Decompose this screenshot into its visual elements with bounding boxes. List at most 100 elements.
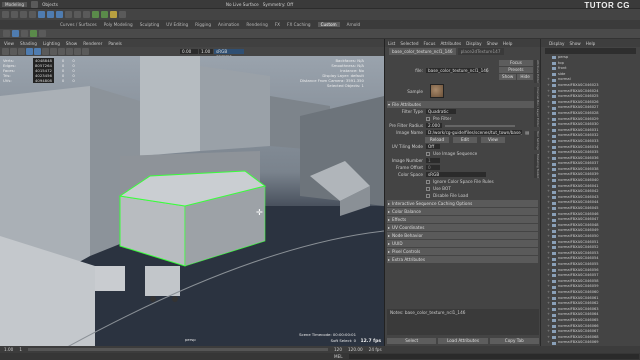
shelf-tool-icon[interactable] <box>12 30 19 37</box>
range-end-field[interactable]: 120.00 <box>348 347 363 352</box>
edit-button[interactable]: Edit <box>453 136 477 143</box>
tab-place2d-node[interactable]: place2dTexture147 <box>457 48 504 55</box>
objects-menu[interactable]: Objects <box>42 2 58 7</box>
tab-file-node[interactable]: base_color_texture_ncl1_146 <box>389 48 456 55</box>
outliner-search-input[interactable] <box>545 48 636 54</box>
shelf-tab-custom[interactable]: Custom <box>317 22 340 27</box>
section-color-balance[interactable]: Color Balance <box>387 208 538 215</box>
mel-label[interactable]: MEL <box>334 354 343 359</box>
3d-viewport[interactable]: Verts: 4048848 0 0 Edges: 8057264 0 0 Faces: 40… <box>0 56 384 346</box>
viewport-menu-lighting[interactable]: Lighting <box>43 41 60 46</box>
image-number-field[interactable]: 1 <box>426 158 440 163</box>
select-button[interactable]: Select <box>387 338 437 344</box>
ae-menu-focus[interactable]: Focus <box>423 41 435 46</box>
outliner-menu-display[interactable]: Display <box>549 41 564 46</box>
outliner-menu-help[interactable]: Help <box>586 41 596 46</box>
section-file-attributes[interactable]: File Attributes <box>387 101 538 108</box>
gamma-field[interactable]: 1.00 <box>199 49 213 54</box>
reload-button[interactable]: Reload <box>425 136 449 143</box>
uv-tiling-dropdown[interactable]: Off <box>426 144 440 149</box>
frame-offset-field[interactable]: 0 <box>426 165 440 170</box>
prefilter-checkbox[interactable] <box>426 116 430 121</box>
shelf-tab[interactable]: Poly Modeling <box>104 22 133 27</box>
shelf-tab[interactable]: FX <box>275 22 280 27</box>
node-name-field[interactable]: base_color_texture_ncl1_146 <box>426 67 489 73</box>
range-start[interactable]: 1 <box>19 347 22 352</box>
smooth-shade-icon[interactable] <box>42 48 49 55</box>
range-start-field[interactable]: 1.00 <box>4 347 13 352</box>
viewport-menu-renderer[interactable]: Renderer <box>83 41 102 46</box>
section-uv-coordinates[interactable]: UV Coordinates <box>387 224 538 231</box>
ignore-color-space-checkbox[interactable] <box>426 179 430 184</box>
bookmark-icon[interactable] <box>18 48 25 55</box>
ae-menu-help[interactable]: Help <box>503 41 513 46</box>
filter-type-dropdown[interactable]: Quadratic <box>426 109 456 114</box>
shelf-tab[interactable]: Rendering <box>246 22 267 27</box>
render-icon[interactable] <box>92 11 99 18</box>
symmetry-dropdown[interactable]: Symmetry: Off <box>263 2 293 7</box>
undo-icon[interactable] <box>20 11 27 18</box>
folder-icon[interactable]: ▤ <box>525 130 529 135</box>
shelf-tab[interactable]: Animation <box>218 22 239 27</box>
use-image-sequence-checkbox[interactable] <box>426 151 430 156</box>
new-scene-icon[interactable] <box>31 0 39 8</box>
ae-menu-list[interactable]: List <box>388 41 395 46</box>
xray-icon[interactable] <box>74 48 81 55</box>
wireframe-icon[interactable] <box>34 48 41 55</box>
viewport-menu-shading[interactable]: Shading <box>20 41 37 46</box>
isolate-select-icon[interactable] <box>82 48 89 55</box>
color-space-dropdown[interactable]: sRGB <box>426 172 486 177</box>
section-uuid[interactable]: UUID <box>387 240 538 247</box>
snap-curve-icon[interactable] <box>74 11 81 18</box>
load-attributes-button[interactable]: Load Attributes <box>438 338 488 344</box>
ae-menu-display[interactable]: Display <box>466 41 481 46</box>
color-management-dropdown[interactable]: sRGB gamma <box>214 49 244 59</box>
range-slider-track[interactable] <box>28 348 328 351</box>
range-end[interactable]: 120 <box>334 347 342 352</box>
focus-button[interactable]: Focus <box>499 60 533 66</box>
snap-point-icon[interactable] <box>83 11 90 18</box>
save-scene-icon[interactable] <box>11 11 18 18</box>
ae-menu-selected[interactable]: Selected <box>400 41 418 46</box>
shelf-tool-icon[interactable] <box>21 30 28 37</box>
select-object-icon[interactable] <box>47 11 54 18</box>
image-name-field[interactable]: D:/work/cg-guide/files/scenes/tut_town/b… <box>426 130 522 135</box>
ae-menu-attributes[interactable]: Attributes <box>440 41 461 46</box>
show-button[interactable]: Show <box>499 74 517 80</box>
viewport-menu-view[interactable]: View <box>4 41 14 46</box>
ae-menu-show[interactable]: Show <box>487 41 498 46</box>
redo-icon[interactable] <box>29 11 36 18</box>
menu-set-dropdown[interactable]: Modeling <box>2 1 28 7</box>
notes-field[interactable]: Notes: base_color_texture_ncl1_146 <box>387 309 539 335</box>
camera-select-icon[interactable] <box>2 48 9 55</box>
shadows-icon[interactable] <box>66 48 73 55</box>
prefilter-radius-slider[interactable] <box>445 124 515 127</box>
textured-icon[interactable] <box>50 48 57 55</box>
shelf-tab[interactable]: FX Caching <box>287 22 311 27</box>
presets-button[interactable]: Presets <box>499 67 533 73</box>
ipr-render-icon[interactable] <box>101 11 108 18</box>
command-input[interactable] <box>348 354 639 359</box>
select-hierarchy-icon[interactable] <box>38 11 45 18</box>
open-scene-icon[interactable] <box>2 11 9 18</box>
shelf-tab[interactable]: UV Editing <box>166 22 188 27</box>
outliner-menu-show[interactable]: Show <box>569 41 580 46</box>
shelf-tool-icon[interactable] <box>39 30 46 37</box>
viewport-menu-show[interactable]: Show <box>66 41 77 46</box>
shelf-tool-icon[interactable] <box>30 30 37 37</box>
shelf-tab[interactable]: Rigging <box>195 22 211 27</box>
copy-tab-button[interactable]: Copy Tab <box>489 338 539 344</box>
camera-lock-icon[interactable] <box>10 48 17 55</box>
viewport-menu-panels[interactable]: Panels <box>108 41 121 46</box>
shelf-tab[interactable]: Curves / Surfaces <box>60 22 97 27</box>
shelf-tab[interactable]: Arnold <box>347 22 361 27</box>
use-bot-checkbox[interactable] <box>426 186 430 191</box>
render-settings-icon[interactable] <box>110 11 117 18</box>
shelf-tool-icon[interactable] <box>3 30 10 37</box>
section-extra-attributes[interactable]: Extra Attributes <box>387 256 538 263</box>
fps-dropdown[interactable]: 24 fps <box>369 347 382 352</box>
disable-file-load-checkbox[interactable] <box>426 193 430 198</box>
prefilter-radius-field[interactable]: 2.000 <box>426 123 442 128</box>
grid-icon[interactable] <box>26 48 33 55</box>
section-pixel-controls[interactable]: Pixel Controls <box>387 248 538 255</box>
